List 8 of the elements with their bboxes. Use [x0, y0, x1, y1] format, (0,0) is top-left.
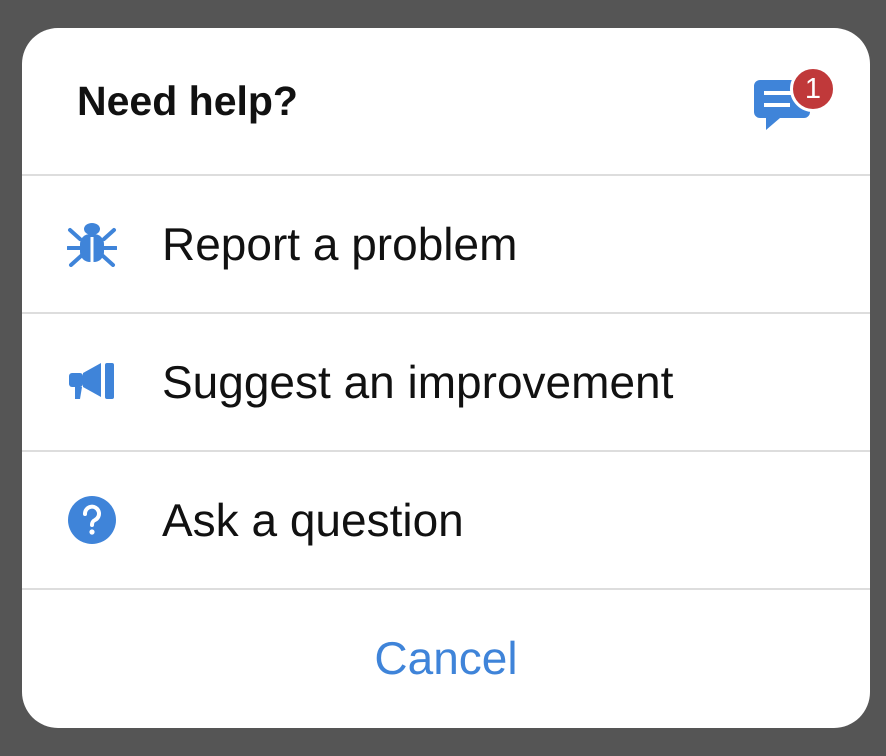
menu-item[interactable]: Suggest an improvement [162, 355, 674, 409]
cancel-button[interactable]: Cancel [366, 627, 526, 689]
notification-badge: 1 [790, 66, 836, 112]
help-icon [67, 495, 117, 545]
menu-item[interactable]: Report a problem [162, 217, 518, 271]
bug-icon [67, 221, 117, 267]
dialog-title: Need help? [77, 78, 298, 124]
menu-item[interactable]: Ask a question [162, 493, 464, 547]
